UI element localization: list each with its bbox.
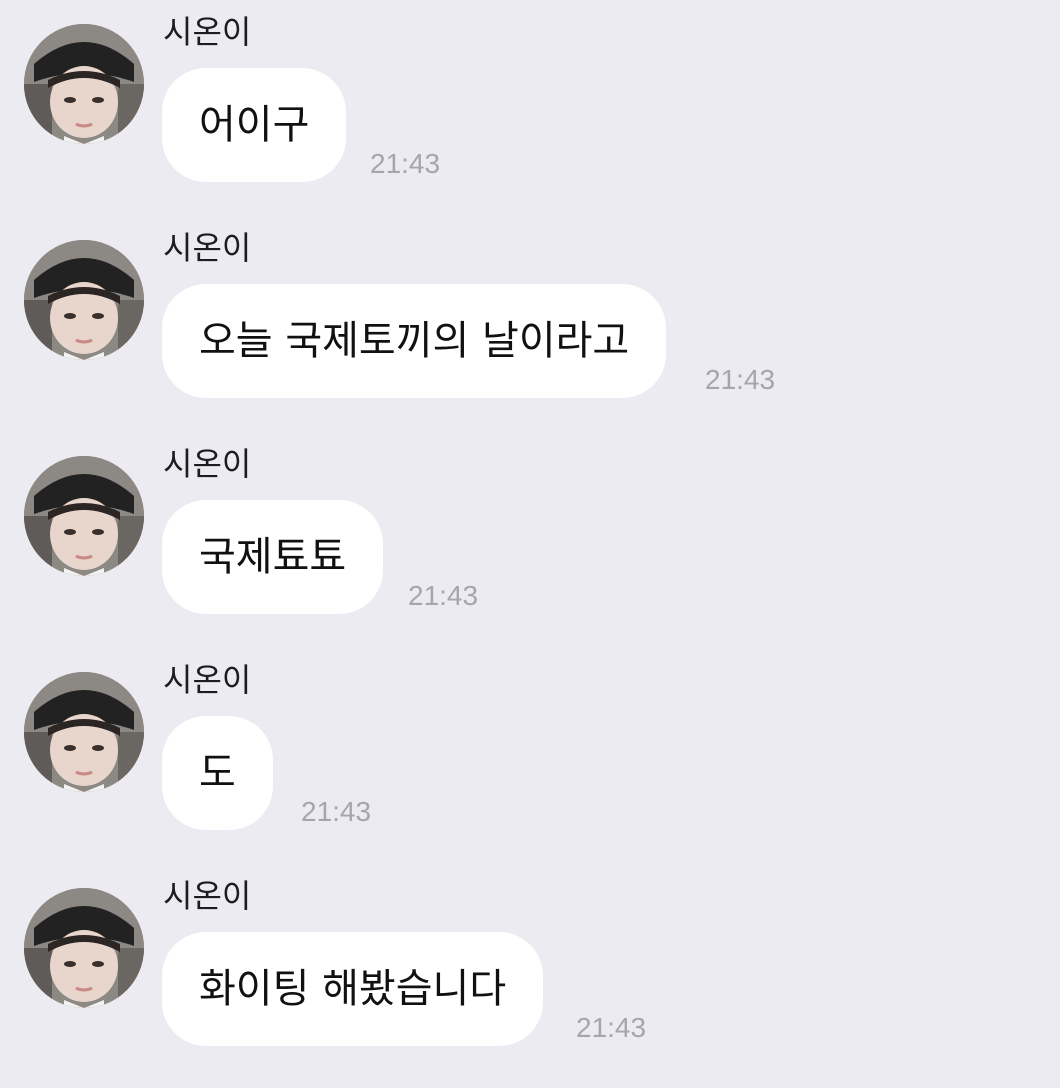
sender-name: 시온이 (163, 13, 252, 51)
avatar[interactable] (24, 240, 144, 360)
message-time: 21:43 (705, 364, 776, 395)
message-bubble[interactable]: 화이팅 해봤습니다 (162, 932, 544, 1046)
profile-photo-icon (24, 672, 144, 792)
message-time: 21:43 (408, 580, 479, 611)
message-row: 시온이 오늘 국제토끼의 날이라고 21:43 (0, 216, 1060, 416)
message-row: 시온이 화이팅 해봤습니다 21:43 (0, 864, 1060, 1064)
message-row: 시온이 어이구 21:43 (0, 0, 1060, 200)
message-time: 21:43 (370, 148, 441, 179)
avatar[interactable] (24, 24, 144, 144)
sender-name: 시온이 (163, 445, 252, 483)
profile-photo-icon (24, 888, 144, 1008)
message-bubble[interactable]: 어이구 (162, 68, 347, 182)
message-bubble[interactable]: 도 (162, 716, 273, 830)
profile-photo-icon (24, 240, 144, 360)
avatar[interactable] (24, 888, 144, 1008)
message-bubble[interactable]: 국제툐툐 (162, 500, 384, 614)
sender-name: 시온이 (163, 877, 252, 915)
chat-area[interactable]: 시온이 어이구 21:43 시온이 오늘 국제토끼의 날이라고 21:43 시온… (0, 0, 1060, 1088)
avatar[interactable] (24, 456, 144, 576)
profile-photo-icon (24, 456, 144, 576)
message-time: 21:43 (576, 1012, 647, 1043)
sender-name: 시온이 (163, 661, 252, 699)
message-row: 시온이 국제툐툐 21:43 (0, 432, 1060, 632)
profile-photo-icon (24, 24, 144, 144)
avatar[interactable] (24, 672, 144, 792)
message-row: 시온이 도 21:43 (0, 648, 1060, 848)
message-time: 21:43 (301, 796, 372, 827)
sender-name: 시온이 (163, 229, 252, 267)
message-bubble[interactable]: 오늘 국제토끼의 날이라고 (162, 284, 667, 398)
